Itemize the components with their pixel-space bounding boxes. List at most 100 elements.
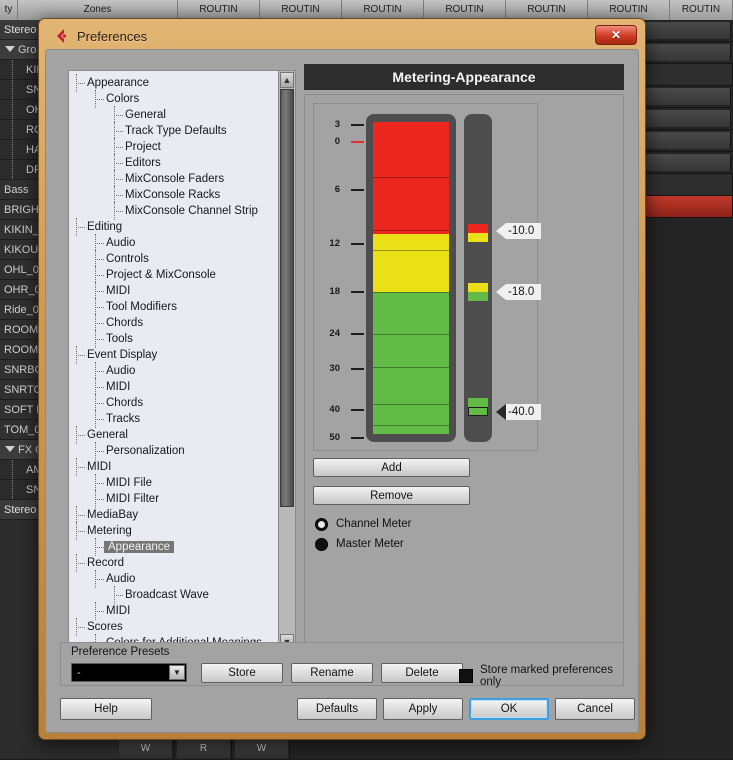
cancel-button[interactable]: Cancel — [555, 698, 635, 720]
tree-item-controls[interactable]: Controls — [69, 251, 278, 267]
add-button[interactable]: Add — [313, 458, 470, 477]
tree-item-scores[interactable]: Scores — [69, 619, 278, 635]
tree-item-mixconsole-faders[interactable]: MixConsole Faders — [69, 171, 278, 187]
expand-triangle-icon[interactable] — [5, 46, 15, 52]
meter-divider-line — [373, 334, 449, 335]
help-button[interactable]: Help — [60, 698, 152, 720]
tree-item-general[interactable]: General — [69, 107, 278, 123]
tree-guide-dash — [76, 515, 85, 516]
meter-scale-tick: 12 — [322, 240, 366, 250]
tree-item-mixconsole-channel-strip[interactable]: MixConsole Channel Strip — [69, 203, 278, 219]
remove-button[interactable]: Remove — [313, 486, 470, 505]
dialog-titlebar[interactable]: Preferences ✕ — [43, 23, 641, 49]
tree-item-tool-modifiers[interactable]: Tool Modifiers — [69, 299, 278, 315]
tree-item-tracks[interactable]: Tracks — [69, 411, 278, 427]
meter-marker[interactable] — [468, 398, 488, 416]
meter-scale-tick: 40 — [322, 406, 366, 416]
tree-guide-dash — [114, 131, 123, 132]
tree-item-chords[interactable]: Chords — [69, 395, 278, 411]
delete-button[interactable]: Delete — [381, 663, 463, 683]
top-strip-cell[interactable]: ROUTIN — [260, 0, 342, 20]
top-strip-cell[interactable]: ROUTIN — [670, 0, 733, 20]
tree-item-editing[interactable]: Editing — [69, 219, 278, 235]
tree-item-label: MixConsole Racks — [125, 189, 220, 201]
automation-button[interactable]: R — [177, 738, 230, 758]
scroll-thumb[interactable] — [280, 89, 294, 507]
store-marked-only-checkbox[interactable]: Store marked preferences only — [459, 664, 623, 688]
top-strip-cell[interactable]: ROUTIN — [588, 0, 670, 20]
meter-marker-callout[interactable]: -10.0 — [496, 220, 541, 242]
scroll-up-icon[interactable]: ▲ — [280, 72, 294, 88]
ok-button[interactable]: OK — [469, 698, 549, 720]
tree-item-broadcast-wave[interactable]: Broadcast Wave — [69, 587, 278, 603]
tree-guide-line — [12, 80, 13, 99]
store-button[interactable]: Store — [201, 663, 283, 683]
chevron-down-icon[interactable]: ▼ — [169, 665, 185, 680]
preferences-dialog: Preferences ✕ AppearanceColorsGeneralTra… — [38, 18, 646, 740]
tree-item-appearance[interactable]: Appearance — [69, 75, 278, 91]
tree-item-chords[interactable]: Chords — [69, 315, 278, 331]
tree-guide-dash — [95, 291, 104, 292]
top-strip-cell[interactable]: ROUTIN — [506, 0, 588, 20]
tree-guide-line — [12, 460, 13, 479]
meter-marker-callout[interactable]: -40.0 — [496, 401, 541, 423]
tree-item-tools[interactable]: Tools — [69, 331, 278, 347]
tree-item-personalization[interactable]: Personalization — [69, 443, 278, 459]
tree-item-metering[interactable]: Metering — [69, 523, 278, 539]
meter-gradient-preview[interactable] — [366, 114, 456, 442]
tree-item-record[interactable]: Record — [69, 555, 278, 571]
meter-color-segment — [373, 234, 449, 292]
radio-channel-meter[interactable]: Channel Meter — [315, 515, 411, 533]
expand-triangle-icon[interactable] — [5, 446, 15, 452]
tree-item-label: MIDI — [106, 605, 130, 617]
tree-item-label: Controls — [106, 253, 149, 265]
automation-row: W — [234, 737, 289, 759]
tree-item-editors[interactable]: Editors — [69, 155, 278, 171]
tree-item-track-type-defaults[interactable]: Track Type Defaults — [69, 123, 278, 139]
top-strip-cell[interactable]: ROUTIN — [342, 0, 424, 20]
close-icon[interactable]: ✕ — [595, 25, 637, 45]
rename-button[interactable]: Rename — [291, 663, 373, 683]
tree-item-mediabay[interactable]: MediaBay — [69, 507, 278, 523]
top-strip-cell[interactable]: ROUTIN — [178, 0, 260, 20]
tree-item-audio[interactable]: Audio — [69, 571, 278, 587]
tree-item-event-display[interactable]: Event Display — [69, 347, 278, 363]
radio-master-meter[interactable]: Master Meter — [315, 535, 404, 553]
top-strip-cell[interactable]: Zones — [18, 0, 178, 20]
meter-scale-label: 18 — [322, 286, 340, 297]
tree-item-midi[interactable]: MIDI — [69, 379, 278, 395]
tree-item-appearance[interactable]: Appearance — [69, 539, 278, 555]
meter-marker-strip[interactable] — [464, 114, 492, 442]
meter-scale-dash-icon — [351, 437, 364, 439]
meter-marker[interactable] — [468, 224, 488, 242]
defaults-button[interactable]: Defaults — [297, 698, 377, 720]
top-strip-cell[interactable]: ROUTIN — [424, 0, 506, 20]
tree-item-colors[interactable]: Colors — [69, 91, 278, 107]
top-strip-cell[interactable]: ty — [0, 0, 18, 20]
tree-item-mixconsole-racks[interactable]: MixConsole Racks — [69, 187, 278, 203]
automation-button[interactable]: W — [119, 738, 172, 758]
tree-item-audio[interactable]: Audio — [69, 363, 278, 379]
meter-scale-dash-icon — [351, 291, 364, 293]
tree-item-label: Metering — [87, 525, 132, 537]
tree-guide-line — [12, 140, 13, 159]
tree-item-midi[interactable]: MIDI — [69, 283, 278, 299]
tree-item-midi-filter[interactable]: MIDI Filter — [69, 491, 278, 507]
tree-item-project-mixconsole[interactable]: Project & MixConsole — [69, 267, 278, 283]
meter-scale-tick: 18 — [322, 288, 366, 298]
tree-item-midi-file[interactable]: MIDI File — [69, 475, 278, 491]
tree-scrollbar[interactable]: ▲ ▼ — [278, 71, 295, 651]
tree-item-audio[interactable]: Audio — [69, 235, 278, 251]
meter-marker-callout[interactable]: -18.0 — [496, 281, 541, 303]
tree-guide-dash — [76, 563, 85, 564]
meter-gradient-inner — [373, 122, 449, 434]
automation-button[interactable]: W — [235, 738, 288, 758]
apply-button[interactable]: Apply — [383, 698, 463, 720]
tree-item-midi[interactable]: MIDI — [69, 459, 278, 475]
tree-item-midi[interactable]: MIDI — [69, 603, 278, 619]
preset-select[interactable]: - ▼ — [71, 663, 187, 682]
tree-item-general[interactable]: General — [69, 427, 278, 443]
preferences-tree[interactable]: AppearanceColorsGeneralTrack Type Defaul… — [69, 71, 278, 651]
tree-item-project[interactable]: Project — [69, 139, 278, 155]
meter-marker[interactable] — [468, 283, 488, 301]
